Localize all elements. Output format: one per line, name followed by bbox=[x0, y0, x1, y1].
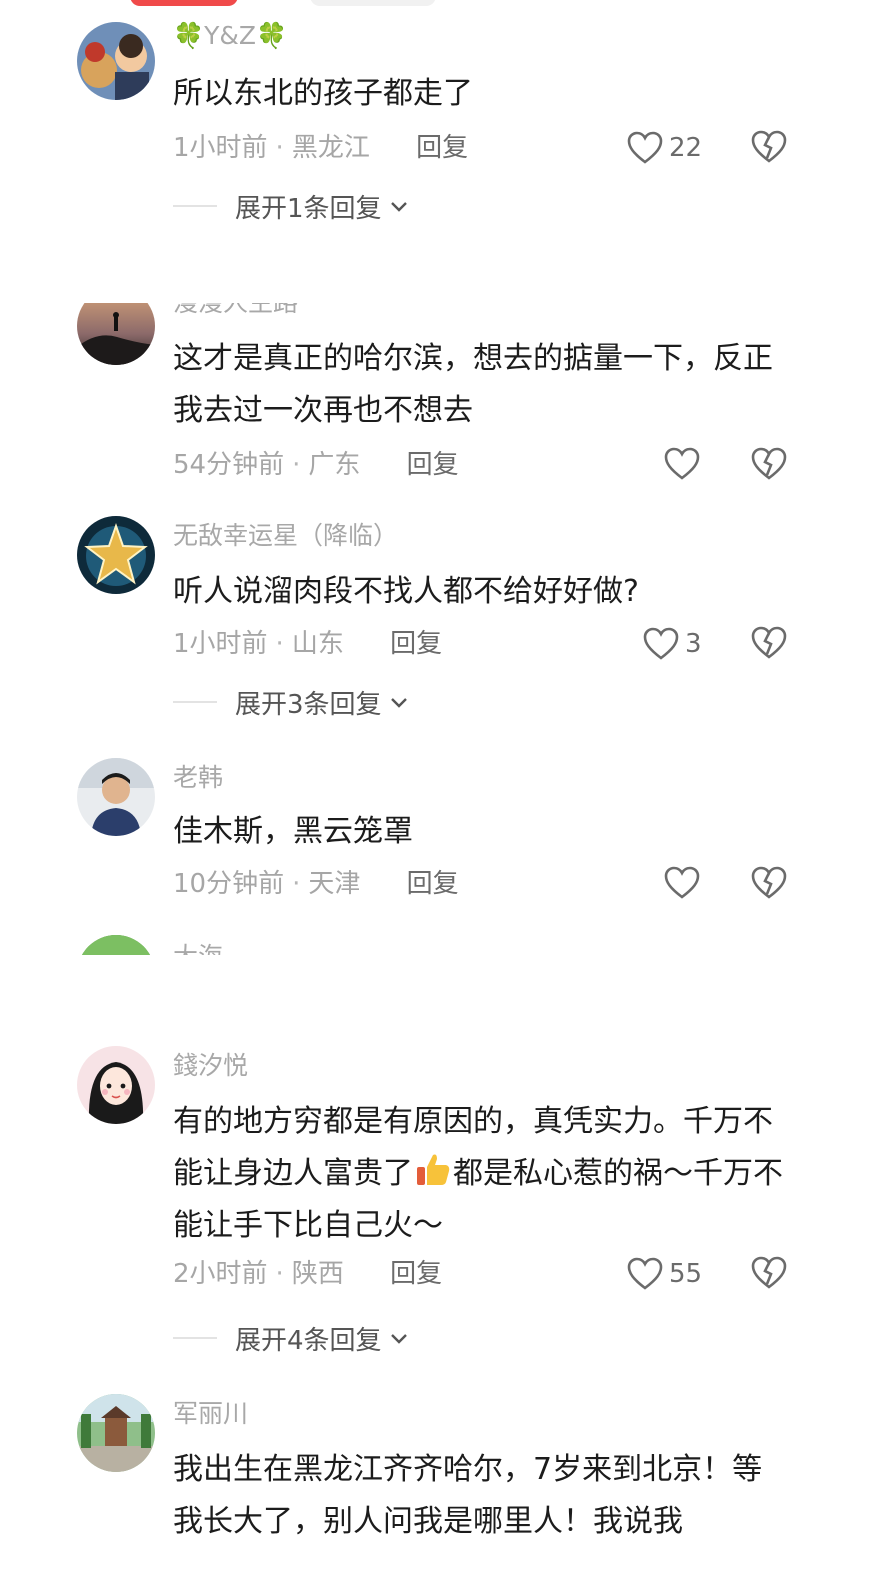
username[interactable]: 漫漫人生路 bbox=[173, 303, 793, 319]
comment-text: 我出生在黑龙江齐齐哈尔，7岁来到北京！等我长大了，别人问我是哪里人！我说我 bbox=[173, 1452, 763, 1539]
broken-heart-icon bbox=[751, 447, 787, 480]
avatar[interactable] bbox=[77, 22, 155, 100]
reply-button[interactable]: 回复 bbox=[416, 133, 468, 163]
separator: · bbox=[292, 869, 301, 899]
timestamp: 1小时前 bbox=[173, 629, 268, 659]
comment-text: 有的地方穷都是有原因的，真凭实力。千万不能让身边人富贵了 都是私心惹的祸～千万不能… bbox=[173, 1096, 783, 1252]
broken-heart-icon bbox=[751, 1256, 787, 1289]
avatar[interactable] bbox=[77, 935, 155, 955]
avatar[interactable] bbox=[77, 516, 155, 594]
separator: · bbox=[292, 450, 301, 480]
like-button[interactable] bbox=[664, 866, 706, 900]
like-count: 3 bbox=[685, 629, 702, 659]
heart-outline-icon bbox=[627, 131, 663, 164]
timestamp: 1小时前 bbox=[173, 133, 268, 163]
reply-button[interactable]: 回复 bbox=[407, 869, 459, 899]
comment-item: 漫漫人生路 这才是真正的哈尔滨，想去的掂量一下，反正我去过一次再也不想去 54分… bbox=[0, 303, 891, 503]
chevron-down-icon bbox=[390, 1334, 407, 1344]
comment-item-clipped: 大海 bbox=[0, 935, 891, 955]
comment-meta: 2小时前 · 陕西 回复 55 bbox=[173, 1254, 793, 1294]
timestamp: 54分钟前 bbox=[173, 450, 285, 480]
location: 广东 bbox=[308, 450, 361, 480]
expand-replies[interactable]: 展开4条回复 bbox=[173, 1320, 410, 1356]
comment-text: 所以东北的孩子都走了 bbox=[173, 76, 473, 111]
heart-outline-icon bbox=[664, 866, 700, 899]
like-button[interactable] bbox=[664, 447, 706, 481]
separator: · bbox=[275, 1259, 284, 1289]
comment-meta: 1小时前 · 山东 回复 3 bbox=[173, 624, 793, 664]
comment-text: 佳木斯，黑云笼罩 bbox=[173, 814, 413, 849]
broken-heart-icon bbox=[751, 866, 787, 899]
top-tab-pill[interactable] bbox=[310, 0, 436, 6]
avatar[interactable] bbox=[77, 1394, 155, 1472]
divider-line bbox=[173, 205, 217, 207]
reply-button[interactable]: 回复 bbox=[390, 1259, 442, 1289]
location: 山东 bbox=[291, 629, 344, 659]
comment-text: 听人说溜肉段不找人都不给好好做? bbox=[173, 574, 639, 609]
like-button[interactable]: 3 bbox=[643, 626, 702, 662]
chevron-down-icon bbox=[390, 698, 407, 708]
dislike-button[interactable] bbox=[751, 626, 787, 660]
username[interactable]: 錢汐悦 bbox=[173, 1050, 793, 1082]
username[interactable]: 大海 bbox=[173, 941, 223, 955]
reply-button[interactable]: 回复 bbox=[390, 629, 442, 659]
like-count: 55 bbox=[669, 1259, 703, 1289]
timestamp: 2小时前 bbox=[173, 1259, 268, 1289]
heart-outline-icon bbox=[664, 447, 700, 480]
broken-heart-icon bbox=[751, 626, 787, 659]
comment-meta: 54分钟前 · 广东 回复 bbox=[173, 445, 793, 485]
heart-outline-icon bbox=[627, 1257, 663, 1290]
dislike-button[interactable] bbox=[751, 447, 787, 481]
expand-label: 展开4条回复 bbox=[235, 1325, 382, 1356]
comment-meta: 1小时前 · 黑龙江 回复 22 bbox=[173, 128, 793, 168]
comment-meta: 10分钟前 · 天津 回复 bbox=[173, 864, 793, 904]
dislike-button[interactable] bbox=[751, 1256, 787, 1290]
heart-outline-icon bbox=[643, 627, 679, 660]
chevron-down-icon bbox=[390, 202, 407, 212]
username[interactable]: 无敌幸运星（降临） bbox=[173, 520, 793, 552]
thumbs-up-icon bbox=[413, 1149, 453, 1189]
timestamp: 10分钟前 bbox=[173, 869, 285, 899]
location: 黑龙江 bbox=[291, 133, 370, 163]
expand-label: 展开3条回复 bbox=[235, 689, 382, 720]
username[interactable]: 🍀Y&Z🍀 bbox=[173, 20, 793, 52]
separator: · bbox=[275, 629, 284, 659]
comment-text: 这才是真正的哈尔滨，想去的掂量一下，反正我去过一次再也不想去 bbox=[173, 341, 773, 428]
expand-label: 展开1条回复 bbox=[235, 193, 382, 224]
like-count: 22 bbox=[669, 133, 703, 163]
reply-button[interactable]: 回复 bbox=[407, 450, 459, 480]
expand-replies[interactable]: 展开1条回复 bbox=[173, 188, 410, 224]
divider-line bbox=[173, 701, 217, 703]
avatar[interactable] bbox=[77, 758, 155, 836]
username[interactable]: 老韩 bbox=[173, 762, 793, 794]
location: 天津 bbox=[308, 869, 361, 899]
like-button[interactable]: 55 bbox=[627, 1256, 702, 1292]
expand-replies[interactable]: 展开3条回复 bbox=[173, 684, 410, 720]
like-button[interactable]: 22 bbox=[627, 130, 702, 166]
separator: · bbox=[275, 133, 284, 163]
avatar[interactable] bbox=[77, 303, 155, 365]
location: 陕西 bbox=[291, 1259, 344, 1289]
top-tab-pill-active[interactable] bbox=[130, 0, 238, 6]
avatar[interactable] bbox=[77, 1046, 155, 1124]
dislike-button[interactable] bbox=[751, 866, 787, 900]
divider-line bbox=[173, 1337, 217, 1339]
dislike-button[interactable] bbox=[751, 130, 787, 164]
broken-heart-icon bbox=[751, 130, 787, 163]
username[interactable]: 军丽川 bbox=[173, 1398, 793, 1430]
